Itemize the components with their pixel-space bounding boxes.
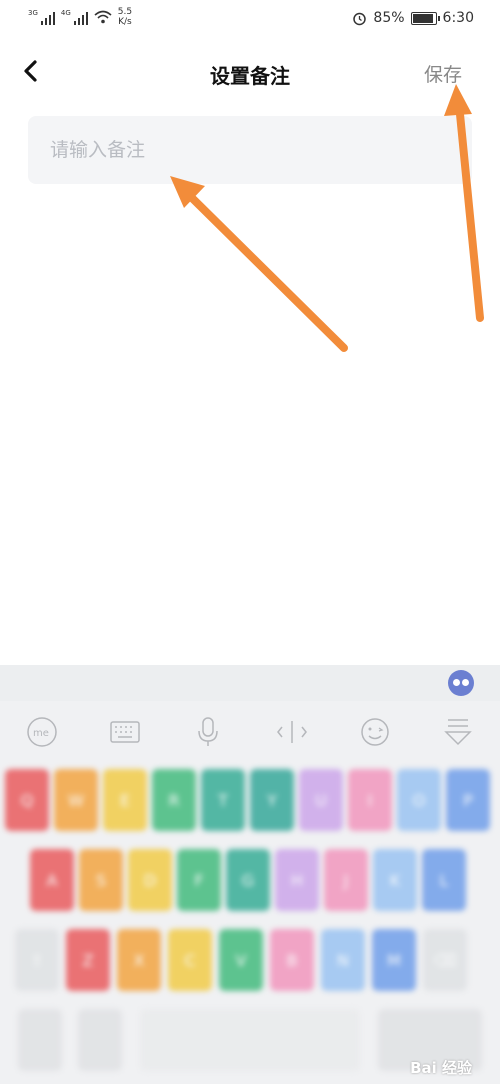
key-r[interactable]: R: [152, 769, 196, 831]
key-v[interactable]: V: [219, 929, 263, 991]
network-speed: 5.5 K/s: [118, 7, 132, 27]
keyboard-candidate-bar: [0, 665, 500, 701]
watermark: Bai 经验: [410, 1059, 472, 1077]
wifi-icon: [94, 10, 112, 24]
network-type-label: 3G: [28, 9, 38, 17]
status-bar: 3G 4G 5.5 K/s 85% 6:30: [0, 0, 500, 38]
key-x[interactable]: X: [117, 929, 161, 991]
speed-value: 5.5: [117, 7, 133, 17]
number-key[interactable]: [78, 1009, 122, 1071]
symbol-key[interactable]: [18, 1009, 62, 1071]
key-j[interactable]: J: [324, 849, 368, 911]
key-b[interactable]: B: [270, 929, 314, 991]
remark-input[interactable]: [28, 116, 472, 184]
network-type-label-2: 4G: [60, 9, 71, 17]
key-e[interactable]: E: [103, 769, 147, 831]
key-row-3: ⇧ Z X C V B N M ⌫: [0, 929, 500, 993]
key-row-2: ASDFGHJKL: [0, 849, 500, 913]
key-q[interactable]: Q: [5, 769, 49, 831]
arrow-to-input: [170, 176, 348, 352]
key-a[interactable]: A: [30, 849, 74, 911]
key-h[interactable]: H: [275, 849, 319, 911]
space-key[interactable]: [140, 1009, 360, 1071]
key-n[interactable]: N: [321, 929, 365, 991]
key-w[interactable]: W: [54, 769, 98, 831]
keyboard-icon[interactable]: [107, 714, 143, 750]
key-p[interactable]: P: [446, 769, 490, 831]
key-c[interactable]: C: [168, 929, 212, 991]
key-u[interactable]: U: [299, 769, 343, 831]
key-i[interactable]: I: [348, 769, 392, 831]
clock: 6:30: [442, 10, 474, 26]
key-y[interactable]: Y: [250, 769, 294, 831]
key-l[interactable]: L: [422, 849, 466, 911]
microphone-icon[interactable]: [190, 714, 226, 750]
nav-header: 设置备注 保存: [0, 44, 500, 100]
key-⌫[interactable]: ⌫: [423, 929, 467, 991]
save-button[interactable]: 保存: [424, 60, 462, 87]
battery-icon: [410, 11, 440, 25]
alarm-icon: [353, 12, 367, 25]
svg-text:me: me: [33, 728, 49, 739]
key-m[interactable]: M: [372, 929, 416, 991]
keyboard-keys: QWERTYUIOP ASDFGHJKL ⇧ Z X C V B N M ⌫: [0, 765, 500, 1084]
key-g[interactable]: G: [226, 849, 270, 911]
collapse-icon[interactable]: [440, 714, 476, 750]
soft-keyboard: me QWERTYUIOP ASDFGHJKL ⇧ Z X C V B N M ⌫ Bai 经验: [0, 665, 500, 1084]
battery-percent: 85%: [373, 10, 405, 26]
cell-signal-icon: 3G: [28, 9, 55, 25]
key-z[interactable]: Z: [66, 929, 110, 991]
key-k[interactable]: K: [373, 849, 417, 911]
cell-signal-icon-2: 4G: [61, 9, 88, 25]
key-s[interactable]: S: [79, 849, 123, 911]
remark-input-container: [28, 116, 472, 184]
key-d[interactable]: D: [128, 849, 172, 911]
keyboard-assistant-icon[interactable]: [448, 670, 474, 696]
cursor-icon[interactable]: [274, 714, 310, 750]
emoji-icon[interactable]: [357, 714, 393, 750]
keyboard-toolbar: me: [0, 705, 500, 759]
key-row-1: QWERTYUIOP: [0, 769, 500, 833]
key-o[interactable]: O: [397, 769, 441, 831]
ime-logo-icon[interactable]: me: [24, 714, 60, 750]
key-f[interactable]: F: [177, 849, 221, 911]
speed-unit: K/s: [118, 17, 132, 27]
key-t[interactable]: T: [201, 769, 245, 831]
key-⇧[interactable]: ⇧: [15, 929, 59, 991]
